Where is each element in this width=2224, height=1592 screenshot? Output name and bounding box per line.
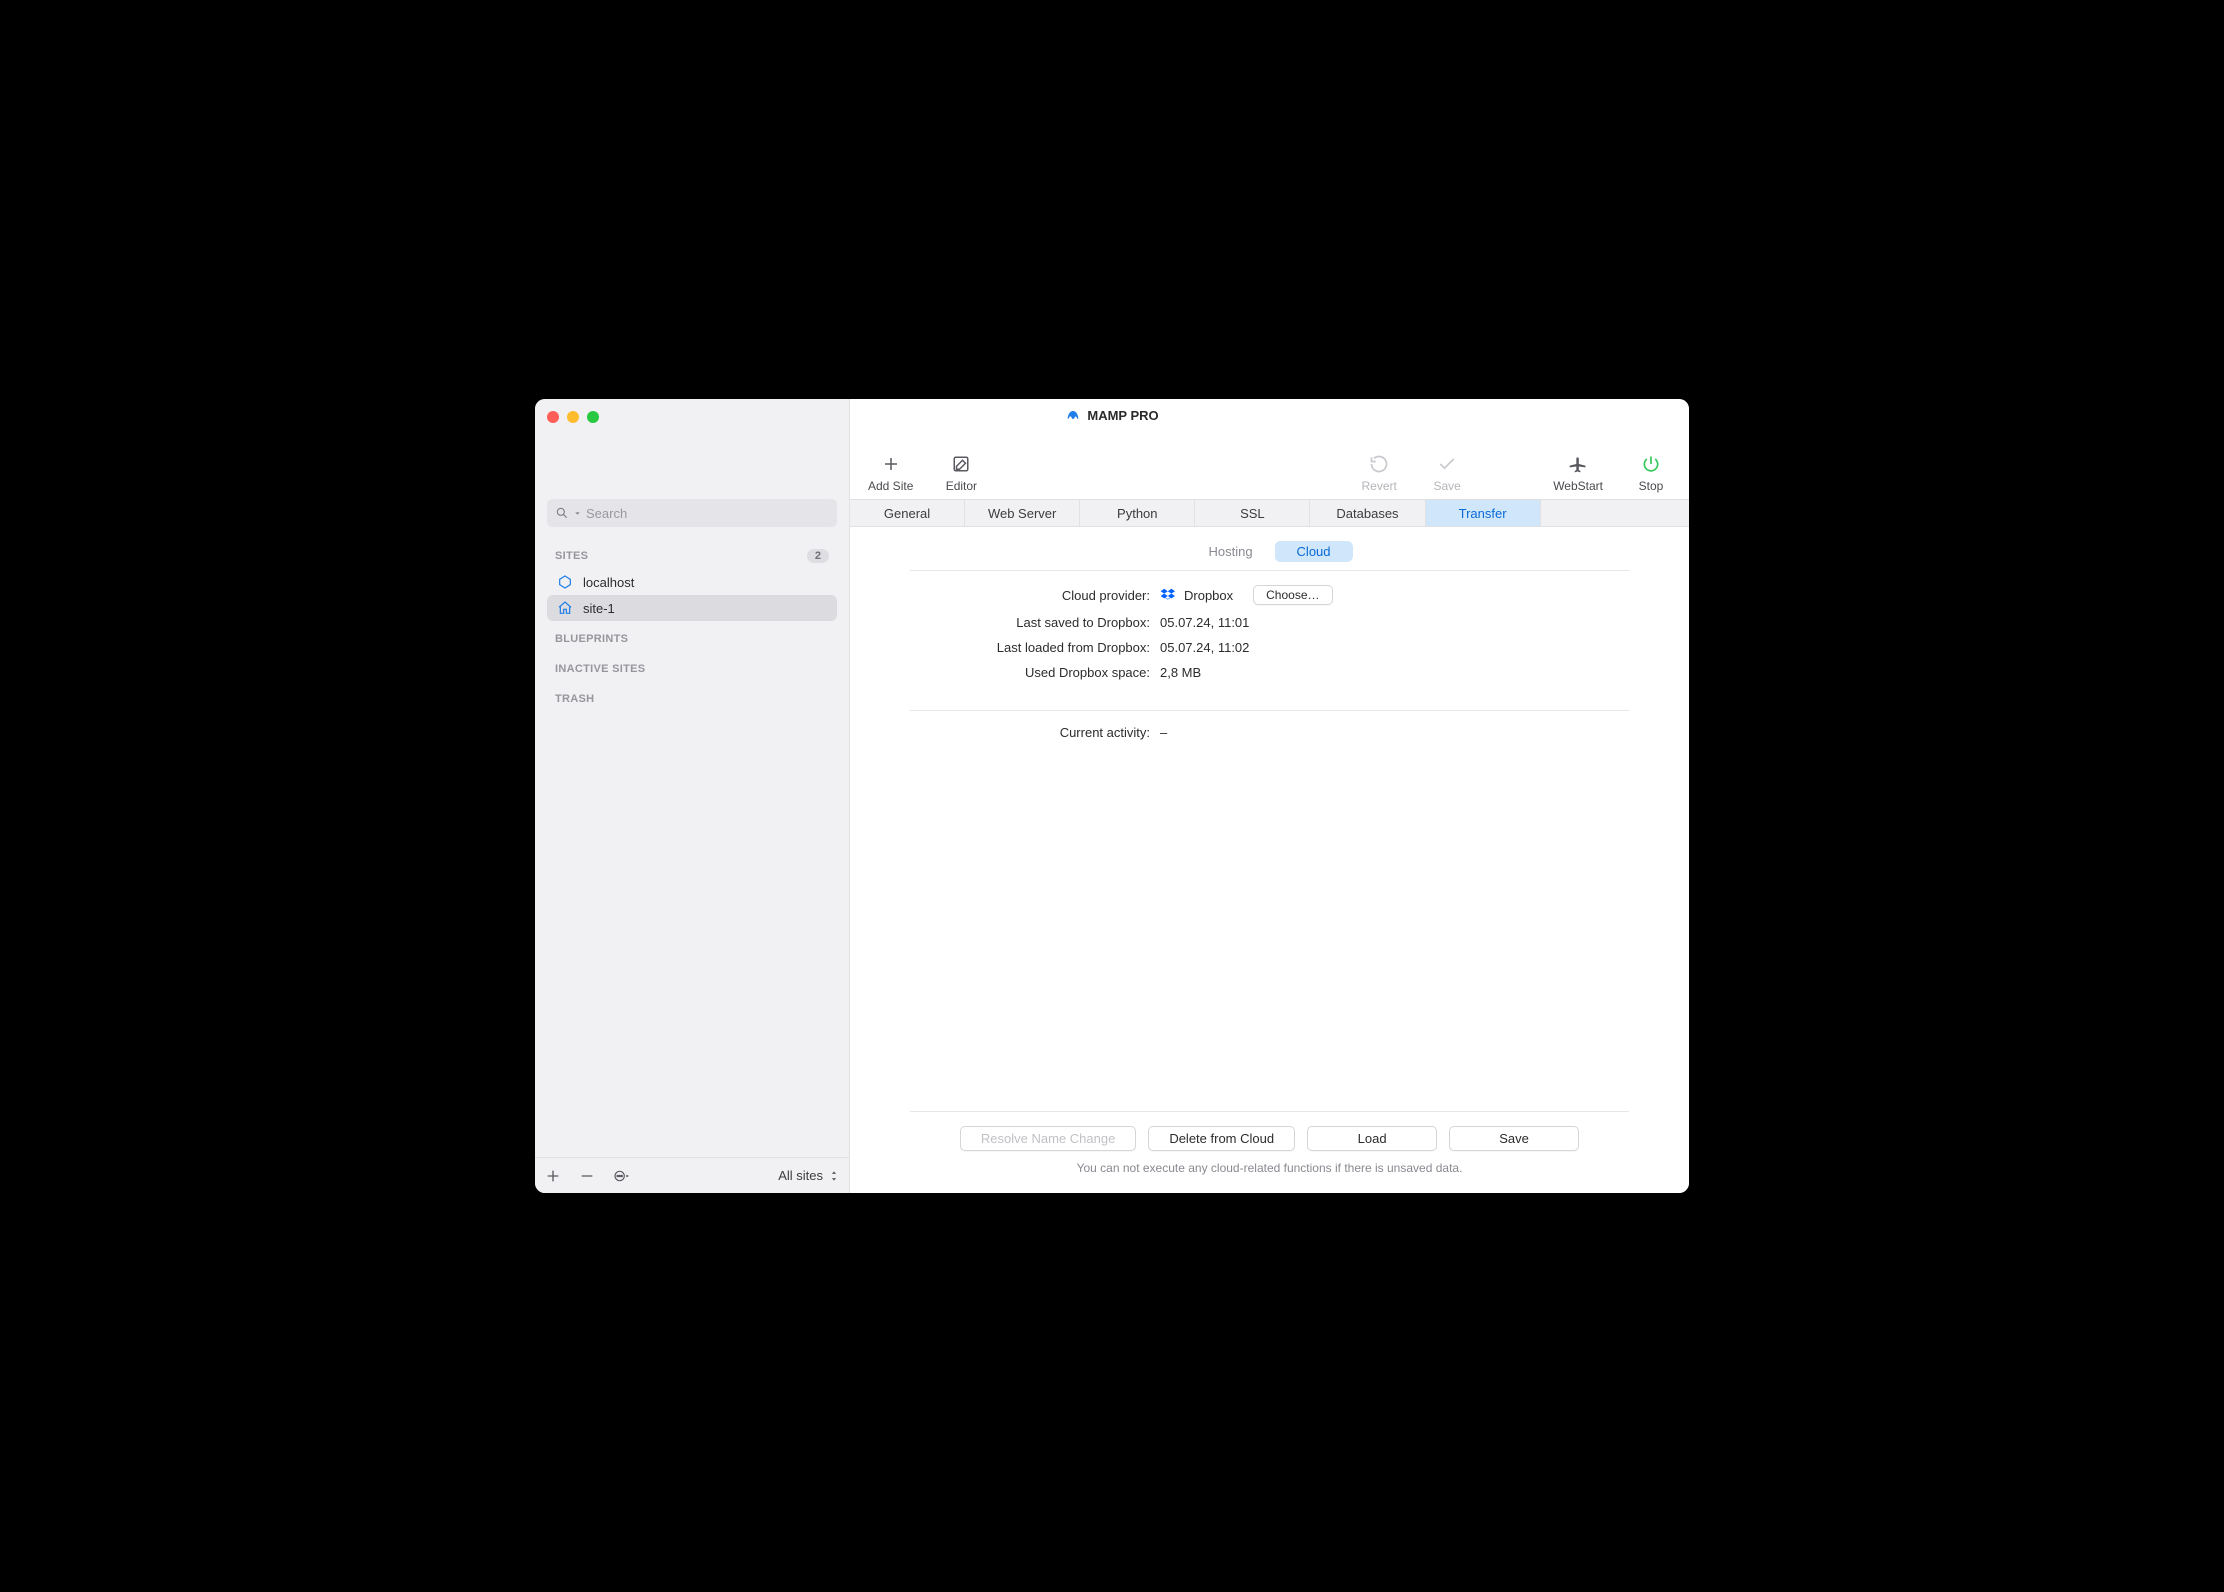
site-filter-label: All sites bbox=[778, 1168, 823, 1183]
app-title-text: MAMP PRO bbox=[1087, 408, 1158, 423]
revert-icon bbox=[1368, 453, 1390, 475]
save-toolbar-button: Save bbox=[1427, 453, 1467, 493]
search-field[interactable] bbox=[547, 499, 837, 527]
app-title: MAMP PRO bbox=[535, 407, 1689, 423]
editor-icon bbox=[950, 453, 972, 475]
cloud-provider-value: Dropbox bbox=[1184, 588, 1233, 603]
used-space-label: Used Dropbox space: bbox=[910, 665, 1150, 680]
checkmark-icon bbox=[1436, 453, 1458, 475]
tab-spacer bbox=[1541, 500, 1689, 526]
main-panel: Add Site Editor Revert Save bbox=[850, 399, 1689, 1193]
used-space-value: 2,8 MB bbox=[1160, 665, 1629, 680]
current-activity-label: Current activity: bbox=[910, 725, 1150, 740]
last-loaded-label: Last loaded from Dropbox: bbox=[910, 640, 1150, 655]
sidebar-item-localhost[interactable]: localhost bbox=[547, 569, 837, 595]
stop-button[interactable]: Stop bbox=[1631, 453, 1671, 493]
site-filter-select[interactable]: All sites bbox=[778, 1168, 839, 1183]
editor-button[interactable]: Editor bbox=[941, 453, 981, 493]
current-activity-value: – bbox=[1160, 725, 1629, 740]
sidebar-item-label: site-1 bbox=[583, 601, 615, 616]
remove-icon[interactable] bbox=[579, 1168, 595, 1184]
tab-ssl[interactable]: SSL bbox=[1195, 500, 1310, 526]
sites-count-badge: 2 bbox=[807, 549, 829, 563]
sidebar-section-sites[interactable]: SITES 2 bbox=[547, 543, 837, 569]
tab-python[interactable]: Python bbox=[1080, 500, 1195, 526]
choose-provider-button[interactable]: Choose… bbox=[1253, 585, 1332, 605]
revert-label: Revert bbox=[1362, 479, 1397, 493]
cloud-provider-label: Cloud provider: bbox=[910, 588, 1150, 603]
last-saved-label: Last saved to Dropbox: bbox=[910, 615, 1150, 630]
sidebar-section-blueprints[interactable]: BLUEPRINTS bbox=[547, 621, 837, 651]
tab-bar: General Web Server Python SSL Databases … bbox=[850, 499, 1689, 527]
editor-label: Editor bbox=[946, 479, 977, 493]
hexagon-icon bbox=[557, 574, 573, 590]
updown-icon bbox=[829, 1169, 839, 1183]
power-icon bbox=[1640, 453, 1662, 475]
subtab-hosting[interactable]: Hosting bbox=[1186, 541, 1274, 562]
delete-from-cloud-button[interactable]: Delete from Cloud bbox=[1148, 1126, 1295, 1151]
add-site-button[interactable]: Add Site bbox=[868, 453, 913, 493]
sidebar-section-label: SITES bbox=[555, 550, 588, 562]
sidebar-item-site-1[interactable]: site-1 bbox=[547, 595, 837, 621]
save-toolbar-label: Save bbox=[1434, 479, 1461, 493]
mamp-logo-icon bbox=[1065, 407, 1081, 423]
plus-icon bbox=[880, 453, 902, 475]
tab-general[interactable]: General bbox=[850, 500, 965, 526]
tab-databases[interactable]: Databases bbox=[1310, 500, 1425, 526]
home-icon bbox=[557, 600, 573, 616]
subtab-bar: Hosting Cloud bbox=[850, 527, 1689, 570]
sidebar: SITES 2 localhost site-1 BLUEPRINTS INAC… bbox=[535, 399, 850, 1193]
webstart-label: WebStart bbox=[1553, 479, 1603, 493]
sidebar-section-inactive-sites[interactable]: INACTIVE SITES bbox=[547, 651, 837, 681]
dropbox-icon bbox=[1160, 587, 1176, 603]
webstart-button[interactable]: WebStart bbox=[1553, 453, 1603, 493]
subtab-cloud[interactable]: Cloud bbox=[1275, 541, 1353, 562]
tab-transfer[interactable]: Transfer bbox=[1426, 500, 1541, 526]
load-button[interactable]: Load bbox=[1307, 1126, 1437, 1151]
footnote-text: You can not execute any cloud-related fu… bbox=[910, 1161, 1629, 1175]
more-icon[interactable] bbox=[613, 1168, 633, 1184]
sidebar-item-label: localhost bbox=[583, 575, 634, 590]
stop-label: Stop bbox=[1639, 479, 1664, 493]
sidebar-section-trash[interactable]: TRASH bbox=[547, 681, 837, 711]
last-saved-value: 05.07.24, 11:01 bbox=[1160, 615, 1629, 630]
add-icon[interactable] bbox=[545, 1168, 561, 1184]
search-icon bbox=[555, 506, 569, 520]
last-loaded-value: 05.07.24, 11:02 bbox=[1160, 640, 1629, 655]
revert-button: Revert bbox=[1359, 453, 1399, 493]
search-input[interactable] bbox=[586, 506, 829, 521]
chevron-down-icon bbox=[573, 509, 582, 518]
airplane-icon bbox=[1567, 453, 1589, 475]
resolve-name-change-button: Resolve Name Change bbox=[960, 1126, 1136, 1151]
save-button[interactable]: Save bbox=[1449, 1126, 1579, 1151]
tab-web-server[interactable]: Web Server bbox=[965, 500, 1080, 526]
add-site-label: Add Site bbox=[868, 479, 913, 493]
